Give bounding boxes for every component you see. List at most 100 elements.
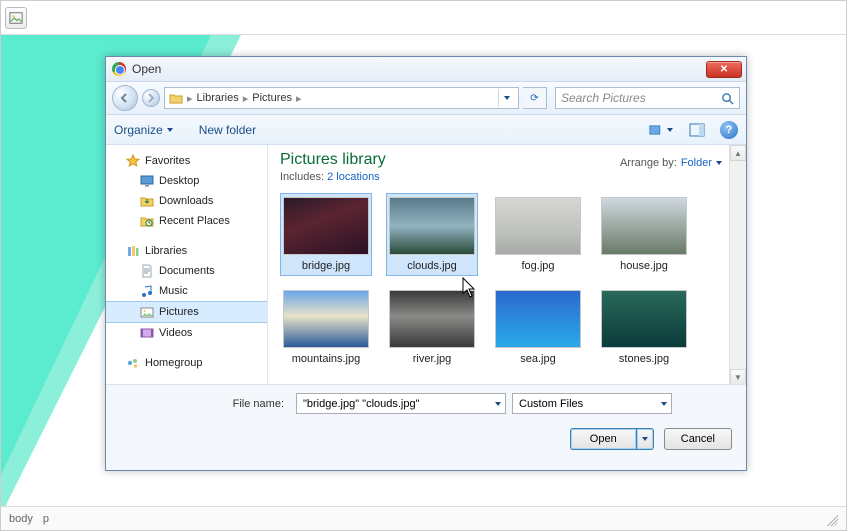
- cancel-button[interactable]: Cancel: [664, 428, 732, 450]
- scroll-track[interactable]: [730, 161, 746, 369]
- app-toolbar: [1, 1, 846, 35]
- dialog-footer: File name: "bridge.jpg" "clouds.jpg" Cus…: [106, 384, 746, 470]
- scroll-down-button[interactable]: ▼: [730, 369, 746, 385]
- star-icon: [126, 154, 140, 168]
- file-thumbnail[interactable]: mountains.jpg: [280, 286, 372, 369]
- tree-group-libraries[interactable]: Libraries: [106, 241, 267, 261]
- tree-item-music[interactable]: Music: [106, 281, 267, 301]
- chevron-down-icon: [716, 161, 722, 165]
- folder-icon: [169, 91, 183, 105]
- chevron-down-icon: [495, 402, 501, 406]
- chevron-down-icon: [167, 128, 173, 132]
- dialog-titlebar[interactable]: Open ✕: [106, 57, 746, 82]
- forward-button[interactable]: [142, 89, 160, 107]
- thumbnail-label: stones.jpg: [619, 353, 669, 365]
- pictures-icon: [140, 305, 154, 319]
- tree-item-documents[interactable]: Documents: [106, 261, 267, 281]
- help-button[interactable]: ?: [720, 121, 738, 139]
- filename-label: File name:: [116, 398, 290, 410]
- content-pane: Pictures library Includes: 2 locations A…: [268, 145, 746, 385]
- tree-item-videos[interactable]: Videos: [106, 323, 267, 343]
- status-bar: body p: [1, 506, 846, 530]
- breadcrumb-separator: ▸: [243, 92, 249, 105]
- thumbnail-label: mountains.jpg: [292, 353, 361, 365]
- filename-input[interactable]: "bridge.jpg" "clouds.jpg": [296, 393, 506, 414]
- file-thumbnail[interactable]: fog.jpg: [492, 193, 584, 276]
- locations-link[interactable]: 2 locations: [327, 171, 380, 183]
- thumbnail-grid: bridge.jpg clouds.jpg fog.jpg house.jpg moun…: [280, 193, 746, 369]
- thumbnail-label: clouds.jpg: [407, 260, 457, 272]
- image-icon: [9, 11, 23, 25]
- thumbnail-image: [283, 290, 369, 348]
- library-subtitle: Includes: 2 locations: [280, 171, 746, 183]
- libraries-icon: [126, 244, 140, 258]
- chrome-icon: [112, 62, 126, 76]
- insert-image-button[interactable]: [5, 7, 27, 29]
- thumbnail-label: river.jpg: [413, 353, 452, 365]
- nav-tree[interactable]: Favorites Desktop Downloads Recent Place…: [106, 145, 268, 385]
- thumbnail-image: [495, 197, 581, 255]
- new-folder-button[interactable]: New folder: [199, 123, 256, 137]
- tree-group-homegroup[interactable]: Homegroup: [106, 353, 267, 373]
- preview-pane-icon: [689, 123, 705, 137]
- status-item: body: [9, 513, 33, 525]
- breadcrumb-item[interactable]: Pictures: [252, 92, 292, 104]
- chevron-down-icon: ▼: [734, 373, 742, 382]
- command-bar: Organize New folder ?: [106, 115, 746, 145]
- file-thumbnail[interactable]: bridge.jpg: [280, 193, 372, 276]
- file-thumbnail[interactable]: house.jpg: [598, 193, 690, 276]
- recent-icon: [140, 214, 154, 228]
- back-button[interactable]: [112, 85, 138, 111]
- file-thumbnail[interactable]: stones.jpg: [598, 286, 690, 369]
- arrange-by[interactable]: Arrange by: Folder: [620, 157, 722, 169]
- tree-item-desktop[interactable]: Desktop: [106, 171, 267, 191]
- open-dropdown-button[interactable]: [636, 428, 654, 450]
- tree-item-pictures[interactable]: Pictures: [106, 301, 267, 323]
- file-thumbnail[interactable]: river.jpg: [386, 286, 478, 369]
- resize-grip[interactable]: [824, 512, 838, 526]
- scroll-up-button[interactable]: ▲: [730, 145, 746, 161]
- thumbnail-label: sea.jpg: [520, 353, 555, 365]
- thumbnail-image: [601, 197, 687, 255]
- filetype-select[interactable]: Custom Files: [512, 393, 672, 414]
- breadcrumb-separator: ▸: [296, 92, 302, 105]
- view-mode-button[interactable]: [648, 120, 674, 140]
- search-placeholder: Search Pictures: [561, 91, 721, 105]
- help-icon: ?: [726, 124, 733, 136]
- file-thumbnail[interactable]: clouds.jpg: [386, 193, 478, 276]
- address-bar[interactable]: ▸ Libraries ▸ Pictures ▸: [164, 87, 519, 109]
- dialog-title: Open: [132, 62, 706, 76]
- arrow-right-icon: [145, 92, 157, 104]
- refresh-button[interactable]: ⟳: [523, 87, 547, 109]
- chevron-up-icon: ▲: [734, 149, 742, 158]
- search-icon: [721, 92, 734, 105]
- organize-menu[interactable]: Organize: [114, 123, 173, 137]
- tree-group-favorites[interactable]: Favorites: [106, 151, 267, 171]
- videos-icon: [140, 326, 154, 340]
- open-split-button[interactable]: Open: [570, 428, 654, 450]
- app-window: Open ✕ ▸ Libraries ▸ Pictures ▸ ⟳ Search: [0, 0, 847, 531]
- thumbnail-label: fog.jpg: [521, 260, 554, 272]
- status-item: p: [43, 513, 49, 525]
- thumbnail-image: [389, 290, 475, 348]
- breadcrumb-item[interactable]: Libraries: [197, 92, 239, 104]
- desktop-icon: [140, 174, 154, 188]
- addr-dropdown-button[interactable]: [498, 89, 514, 107]
- preview-pane-button[interactable]: [684, 120, 710, 140]
- tree-item-recent[interactable]: Recent Places: [106, 211, 267, 231]
- arrow-left-icon: [119, 92, 131, 104]
- close-button[interactable]: ✕: [706, 61, 742, 78]
- thumbnail-label: bridge.jpg: [302, 260, 350, 272]
- vertical-scrollbar[interactable]: ▲ ▼: [729, 145, 746, 385]
- refresh-icon: ⟳: [530, 93, 538, 104]
- breadcrumb-separator: ▸: [187, 92, 193, 105]
- thumbnail-image: [389, 197, 475, 255]
- tree-item-downloads[interactable]: Downloads: [106, 191, 267, 211]
- file-thumbnail[interactable]: sea.jpg: [492, 286, 584, 369]
- thumbnail-image: [283, 197, 369, 255]
- nav-row: ▸ Libraries ▸ Pictures ▸ ⟳ Search Pictur…: [106, 82, 746, 115]
- homegroup-icon: [126, 356, 140, 370]
- search-input[interactable]: Search Pictures: [555, 87, 740, 109]
- chevron-down-icon: [642, 437, 648, 441]
- open-button[interactable]: Open: [570, 428, 636, 450]
